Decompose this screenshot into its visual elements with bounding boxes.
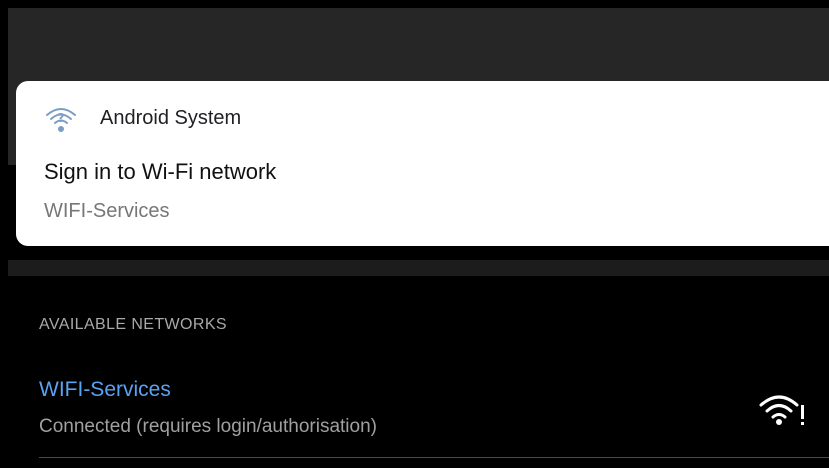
wifi-question-icon: ? — [44, 104, 78, 136]
panel-separator — [8, 260, 829, 276]
svg-text:?: ? — [58, 111, 65, 125]
network-status: Connected (requires login/authorisation) — [39, 416, 377, 437]
list-divider — [39, 457, 829, 458]
available-networks-header: AVAILABLE NETWORKS — [39, 316, 227, 333]
notification-text: WIFI-Services — [44, 200, 170, 222]
network-name: WIFI-Services — [39, 378, 171, 401]
notification-title: Sign in to Wi-Fi network — [44, 159, 277, 184]
wifi-alert-icon — [758, 391, 806, 431]
notification-app-name: Android System — [100, 107, 242, 129]
network-item-wifi-services[interactable]: WIFI-Services Connected (requires login/… — [0, 364, 829, 458]
wifi-settings-screen: ? Android System Sign in to Wi-Fi networ… — [0, 0, 829, 468]
sign-in-notification[interactable]: ? Android System Sign in to Wi-Fi networ… — [16, 81, 829, 246]
